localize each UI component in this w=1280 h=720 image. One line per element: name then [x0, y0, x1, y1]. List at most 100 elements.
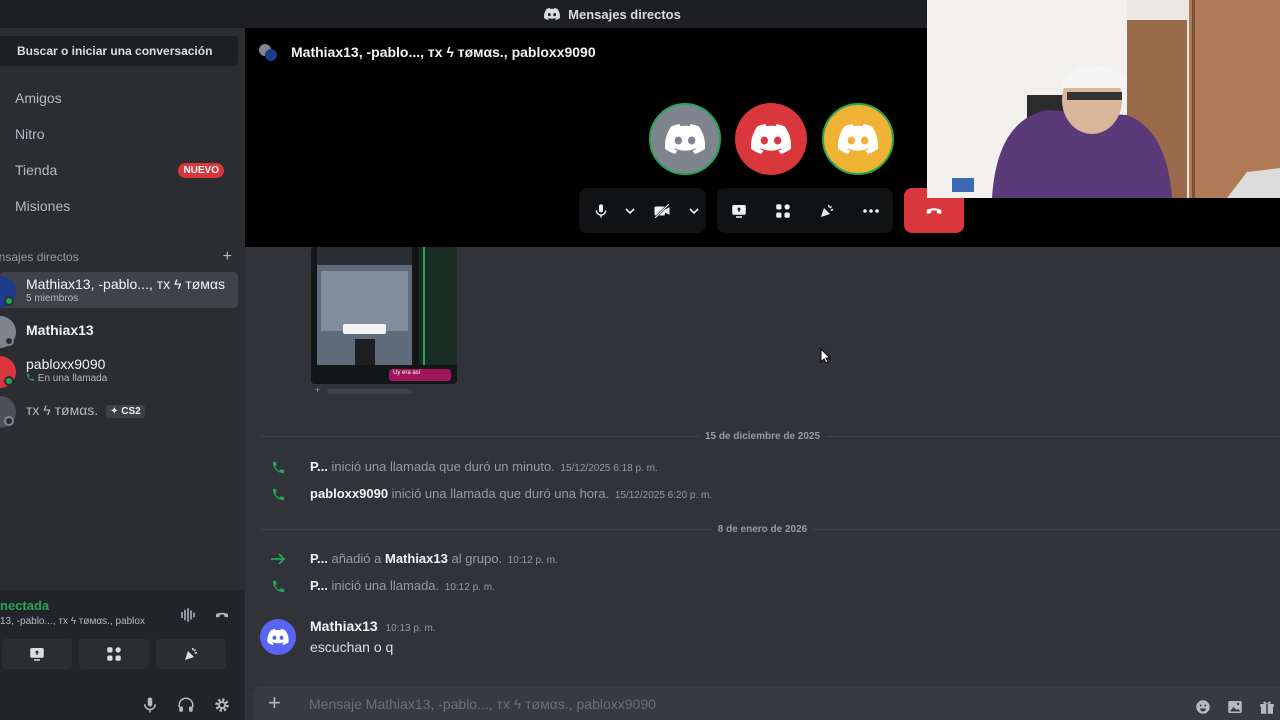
dm-subtitle: En una llamada [26, 373, 107, 384]
event-actor[interactable]: P... [310, 459, 328, 474]
user-panel [0, 678, 245, 720]
dm-item-mathiax13[interactable]: Mathiax13 [0, 312, 238, 348]
game-tag: ✦ CS2 [106, 404, 145, 418]
system-message: pabloxx9090 inició una llamada que duró … [310, 486, 712, 501]
nav-item-label: Nitro [15, 126, 45, 142]
date-divider: 15 de diciembre de 2025 [245, 431, 1280, 442]
nav-item-label: Amigos [15, 90, 62, 106]
mute-button[interactable] [579, 188, 623, 233]
voice-panel-actions [179, 606, 231, 624]
disconnect-icon[interactable] [213, 606, 231, 624]
camera-off-icon [654, 202, 670, 219]
add-icon[interactable]: + [315, 385, 320, 395]
user-panel-actions [141, 696, 231, 714]
phone-icon [272, 580, 284, 592]
dm-sidebar: Buscar o iniciar una conversación Amigos… [0, 28, 245, 720]
call-title: Mathiax13, -pablo..., тх ϟ тøмαѕ., pablo… [291, 44, 596, 60]
discord-logo-icon [838, 124, 878, 154]
voice-connection-panel: nectada 13, -pablo..., тх ϟ тøмαѕ., pabl… [0, 590, 245, 678]
dm-name: тх ϟ тøмαѕ. ✦ CS2 [26, 402, 226, 418]
dm-name: Mathiax13 [26, 322, 94, 338]
message-header: Mathiax13 10:13 p. m. [310, 618, 436, 634]
new-badge: NUEVO [178, 163, 224, 178]
message-avatar[interactable] [260, 619, 296, 655]
gift-icon[interactable] [1258, 698, 1276, 716]
date-divider-label: 15 de diciembre de 2025 [698, 431, 827, 442]
event-actor[interactable]: pabloxx9090 [310, 486, 388, 501]
call-event-icon [269, 578, 287, 594]
participant-tile-2[interactable] [735, 103, 807, 175]
offline-status-dot [4, 336, 14, 346]
phone-icon [272, 461, 284, 473]
dm-item-tomas[interactable]: тх ϟ тøмαѕ. ✦ CS2 [0, 392, 238, 428]
participant-tile-1[interactable] [649, 103, 721, 175]
nav-item-shop[interactable]: Tienda NUEVO [0, 153, 238, 187]
discord-logo-icon [751, 124, 791, 154]
add-attachment-icon[interactable]: + [268, 692, 281, 714]
discord-logo-icon [665, 124, 705, 154]
activities-button[interactable] [79, 639, 149, 669]
mic-options-button[interactable] [623, 188, 637, 233]
microphone-icon[interactable] [141, 696, 159, 714]
date-divider-label: 8 de enero de 2026 [711, 524, 814, 535]
activity-icon [776, 203, 790, 218]
share-screen-button[interactable] [2, 639, 72, 669]
event-actor[interactable]: P... [310, 578, 328, 593]
camera-options-button[interactable] [687, 188, 701, 233]
call-share-screen-button[interactable] [717, 188, 761, 233]
arrow-right-icon [271, 553, 286, 565]
date-divider: 8 de enero de 2026 [245, 524, 1280, 535]
event-timestamp: 15/12/2025 6:18 p. m. [560, 463, 658, 474]
call-actions-controls [717, 188, 893, 233]
call-soundboard-button[interactable] [805, 188, 849, 233]
message-author[interactable]: Mathiax13 [310, 618, 378, 634]
discord-logo-icon [267, 629, 289, 645]
soundboard-button[interactable] [156, 639, 226, 669]
dm-item-pabloxx9090[interactable]: pabloxx9090 En una llamada [0, 352, 238, 388]
voice-status: nectada [0, 598, 50, 613]
game-tag-text: CS2 [121, 405, 141, 417]
dm-subtitle-text: En una llamada [37, 373, 108, 384]
image-attachment[interactable]: Uy era así [311, 247, 457, 384]
participant-tile-3[interactable] [822, 103, 894, 175]
offline-status-dot [4, 416, 14, 426]
message-input[interactable] [309, 694, 1089, 714]
window-title-text: Mensajes directos [568, 6, 681, 22]
event-timestamp: 10:12 p. m. [444, 582, 495, 593]
event-text: inició una llamada que duró un minuto. [331, 459, 555, 474]
headphones-icon[interactable] [177, 696, 195, 714]
online-status-dot [4, 296, 14, 306]
nav-item-quests[interactable]: Misiones [0, 189, 238, 223]
system-message: P... añadió a Mathiax13 al grupo. 10:12 … [310, 551, 558, 566]
event-text-2: al grupo. [451, 551, 503, 566]
dm-section-title: ensajes directos [0, 250, 79, 264]
soundboard-icon [821, 204, 834, 217]
dm-name: Mathiax13, -pablo..., тх ϟ тøмαѕ., pablo… [26, 276, 226, 292]
mouse-cursor-icon [820, 348, 831, 364]
event-timestamp: 15/12/2025 6:20 p. m. [614, 490, 713, 501]
nav-item-nitro[interactable]: Nitro [0, 117, 238, 151]
activity-icon [107, 647, 121, 661]
dm-name-text: тх ϟ тøмαѕ. [26, 402, 99, 418]
webcam-video-image [927, 0, 1280, 198]
more-horizontal-icon [863, 208, 879, 213]
search-conversation-button[interactable]: Buscar o iniciar una conversación [0, 36, 238, 66]
nav-item-friends[interactable]: Amigos [0, 81, 238, 115]
gear-icon[interactable] [213, 696, 231, 714]
image-icon[interactable] [1226, 698, 1244, 716]
camera-button[interactable] [637, 188, 687, 233]
noise-suppression-icon[interactable] [179, 606, 197, 624]
more-options-button[interactable] [849, 188, 893, 233]
dm-item-group[interactable]: Mathiax13, -pablo..., тх ϟ тøмαѕ., pablo… [0, 272, 238, 308]
event-actor[interactable]: P... [310, 551, 328, 566]
chat-messages: Uy era así + 15 de diciembre de 2025 P..… [245, 247, 1280, 680]
create-dm-icon[interactable]: + [223, 248, 232, 266]
nav-item-label: Tienda [15, 162, 58, 178]
event-timestamp: 10:12 p. m. [507, 555, 558, 566]
voice-channel-name[interactable]: 13, -pablo..., тх ϟ тøмαѕ., pablox [0, 616, 145, 627]
event-target[interactable]: Mathiax13 [385, 551, 448, 566]
message-timestamp: 10:13 p. m. [385, 623, 436, 634]
call-activities-button[interactable] [761, 188, 805, 233]
emoji-icon[interactable] [1194, 698, 1212, 716]
screen-share-icon [732, 204, 746, 218]
